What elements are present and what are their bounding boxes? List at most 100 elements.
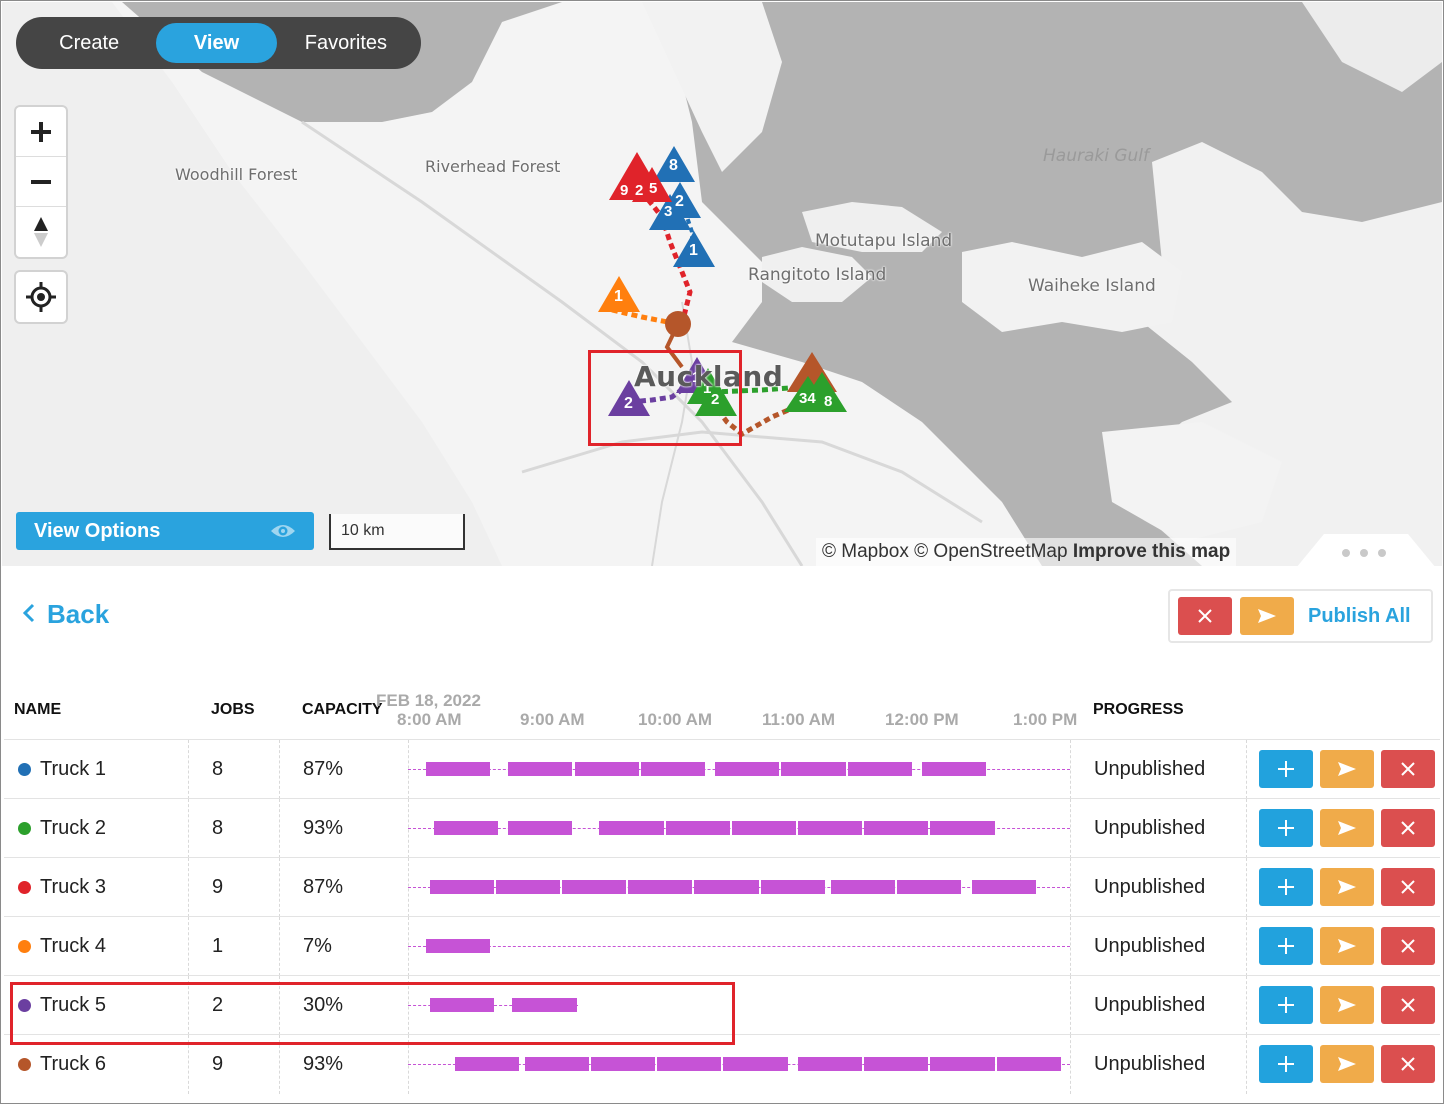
map-view[interactable]: 8 2 3 1 9 2 5 1 2 1 1 2 34 8 Woodhill Fo… bbox=[2, 2, 1442, 566]
send-route-button[interactable] bbox=[1320, 868, 1374, 906]
job-block[interactable] bbox=[797, 1057, 863, 1071]
row-actions bbox=[1259, 927, 1435, 965]
locate-icon bbox=[26, 282, 56, 312]
zoom-in-button[interactable] bbox=[16, 107, 66, 157]
job-block[interactable] bbox=[715, 762, 780, 776]
delete-route-button[interactable] bbox=[1381, 1045, 1435, 1083]
minus-icon bbox=[31, 179, 51, 184]
job-block[interactable] bbox=[897, 880, 962, 894]
add-job-button[interactable] bbox=[1259, 809, 1313, 847]
delete-route-button[interactable] bbox=[1381, 986, 1435, 1024]
job-block[interactable] bbox=[640, 762, 705, 776]
improve-map-link[interactable]: Improve this map bbox=[1073, 541, 1230, 562]
zoom-out-button[interactable] bbox=[16, 157, 66, 207]
add-job-button[interactable] bbox=[1259, 986, 1313, 1024]
marker-label: 9 bbox=[620, 182, 629, 199]
back-button[interactable]: Back bbox=[22, 599, 109, 630]
job-block[interactable] bbox=[591, 1057, 656, 1071]
job-block[interactable] bbox=[524, 1057, 590, 1071]
job-block[interactable] bbox=[657, 1057, 722, 1071]
route-timeline[interactable] bbox=[408, 740, 1070, 799]
view-options-button[interactable]: View Options bbox=[16, 512, 314, 550]
jobs-count: 8 bbox=[212, 758, 224, 780]
job-block[interactable] bbox=[922, 762, 987, 776]
job-block[interactable] bbox=[433, 821, 498, 835]
job-block[interactable] bbox=[971, 880, 1036, 894]
view-options-label: View Options bbox=[34, 519, 161, 542]
delete-route-button[interactable] bbox=[1381, 868, 1435, 906]
truck-name: Truck 6 bbox=[40, 1053, 106, 1075]
truck-color-dot bbox=[18, 822, 31, 835]
job-block[interactable] bbox=[425, 762, 490, 776]
job-block[interactable] bbox=[694, 880, 759, 894]
job-block[interactable] bbox=[425, 939, 490, 953]
job-block[interactable] bbox=[562, 880, 627, 894]
job-block[interactable] bbox=[864, 1057, 929, 1071]
route-timeline[interactable] bbox=[408, 799, 1070, 858]
drawer-handle[interactable] bbox=[1296, 534, 1436, 566]
job-block[interactable] bbox=[599, 821, 664, 835]
job-block[interactable] bbox=[930, 821, 995, 835]
send-route-button[interactable] bbox=[1320, 809, 1374, 847]
mode-view-button[interactable]: View bbox=[156, 23, 277, 63]
locate-button[interactable] bbox=[16, 272, 66, 322]
send-route-button[interactable] bbox=[1320, 927, 1374, 965]
job-block[interactable] bbox=[429, 880, 494, 894]
close-icon bbox=[1198, 609, 1212, 623]
compass-button[interactable] bbox=[16, 207, 66, 257]
table-row[interactable]: Truck 1 8 87% Unpublished bbox=[4, 739, 1440, 799]
job-block[interactable] bbox=[628, 880, 693, 894]
job-block[interactable] bbox=[723, 1057, 788, 1071]
table-row[interactable]: Truck 2 8 93% Unpublished bbox=[4, 798, 1440, 858]
column-divider bbox=[279, 740, 280, 799]
job-block[interactable] bbox=[508, 821, 573, 835]
truck-name: Truck 4 bbox=[40, 935, 106, 957]
publish-all-button[interactable]: Publish All bbox=[1308, 605, 1411, 628]
highlight-box-row bbox=[10, 982, 735, 1045]
job-block[interactable] bbox=[781, 762, 846, 776]
job-block[interactable] bbox=[847, 762, 912, 776]
job-block[interactable] bbox=[731, 821, 796, 835]
route-timeline[interactable] bbox=[408, 858, 1070, 917]
job-block[interactable] bbox=[864, 821, 929, 835]
jobs-count: 1 bbox=[212, 935, 224, 957]
add-job-button[interactable] bbox=[1259, 750, 1313, 788]
attribution-mapbox-link[interactable]: © Mapbox bbox=[822, 541, 909, 562]
job-block[interactable] bbox=[831, 880, 896, 894]
map-label-rangitoto: Rangitoto Island bbox=[748, 265, 887, 285]
add-job-button[interactable] bbox=[1259, 927, 1313, 965]
send-all-button[interactable] bbox=[1240, 597, 1294, 635]
plus-icon bbox=[1278, 997, 1294, 1013]
depot-marker[interactable] bbox=[665, 311, 691, 337]
send-route-button[interactable] bbox=[1320, 986, 1374, 1024]
send-route-button[interactable] bbox=[1320, 1045, 1374, 1083]
route-timeline[interactable] bbox=[408, 917, 1070, 976]
delete-route-button[interactable] bbox=[1381, 809, 1435, 847]
send-route-button[interactable] bbox=[1320, 750, 1374, 788]
add-job-button[interactable] bbox=[1259, 1045, 1313, 1083]
mode-create-button[interactable]: Create bbox=[22, 23, 156, 63]
job-block[interactable] bbox=[797, 821, 863, 835]
close-icon bbox=[1401, 939, 1415, 953]
row-actions bbox=[1259, 1045, 1435, 1083]
job-block[interactable] bbox=[454, 1057, 519, 1071]
map-label-riverhead: Riverhead Forest bbox=[425, 157, 561, 176]
truck-color-dot bbox=[18, 1058, 31, 1071]
cancel-all-button[interactable] bbox=[1178, 597, 1232, 635]
attribution-osm-link[interactable]: © OpenStreetMap bbox=[914, 541, 1067, 562]
mode-favorites-button[interactable]: Favorites bbox=[277, 23, 415, 63]
job-block[interactable] bbox=[574, 762, 639, 776]
add-job-button[interactable] bbox=[1259, 868, 1313, 906]
job-block[interactable] bbox=[508, 762, 573, 776]
job-block[interactable] bbox=[930, 1057, 995, 1071]
delete-route-button[interactable] bbox=[1381, 750, 1435, 788]
job-block[interactable] bbox=[760, 880, 825, 894]
job-block[interactable] bbox=[665, 821, 730, 835]
table-row[interactable]: Truck 4 1 7% Unpublished bbox=[4, 916, 1440, 976]
job-block[interactable] bbox=[996, 1057, 1061, 1071]
close-icon bbox=[1401, 1057, 1415, 1071]
table-row[interactable]: Truck 3 9 87% Unpublished bbox=[4, 857, 1440, 917]
job-block[interactable] bbox=[495, 880, 561, 894]
column-divider bbox=[1070, 858, 1071, 917]
delete-route-button[interactable] bbox=[1381, 927, 1435, 965]
